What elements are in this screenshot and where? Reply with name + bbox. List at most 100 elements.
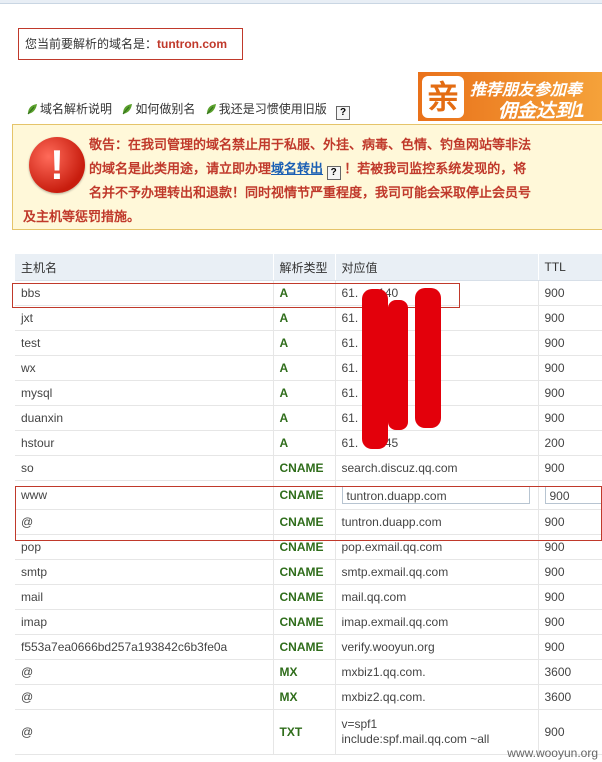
value-cell: mxbiz1.qq.com. [335, 659, 539, 685]
alias-help-link[interactable]: 如何做别名 [121, 100, 195, 117]
type-cell: CNAME [273, 509, 336, 535]
warning-line2: 的域名是此类用途，请立即办理域名转出 ? ！若被我司监控系统发现的，将 [13, 157, 602, 181]
type-cell: TXT [273, 709, 336, 755]
type-cell: A [273, 355, 336, 381]
ttl-cell-editor: 900 [538, 480, 602, 510]
ttl-cell: 900 [538, 455, 602, 481]
ttl-cell: 900 [538, 609, 602, 635]
value-cell: mail.qq.com [335, 584, 539, 610]
host-cell: wx [15, 355, 274, 381]
warning-line2a: 的域名是此类用途，请立即办理 [89, 161, 272, 176]
transfer-help-icon[interactable]: ? [326, 166, 341, 180]
ttl-cell: 900 [538, 405, 602, 431]
ttl-cell: 900 [538, 509, 602, 535]
host-cell: jxt [15, 305, 274, 331]
table-row[interactable]: @ MX mxbiz1.qq.com. 3600 [15, 659, 602, 685]
table-row[interactable]: hstour A 61. .145 200 [15, 430, 602, 456]
current-domain-name: tuntron.com [157, 37, 228, 51]
table-row[interactable]: bbs A 61. 140 900 [15, 280, 602, 306]
type-cell: CNAME [273, 634, 336, 660]
top-border [0, 0, 602, 4]
type-cell: CNAME [273, 534, 336, 560]
domain-transfer-link[interactable]: 域名转出 [271, 161, 323, 176]
table-row[interactable]: jxt A 61. .145 900 [15, 305, 602, 331]
alias-help-label: 如何做别名 [135, 102, 196, 116]
value-cell: smtp.exmail.qq.com [335, 559, 539, 585]
banner-badge: 亲 [422, 76, 464, 118]
type-cell: A [273, 405, 336, 431]
col-type: 解析类型 [273, 254, 336, 281]
table-header-row: 主机名 解析类型 对应值 TTL [15, 254, 602, 281]
host-cell: test [15, 330, 274, 356]
domain-notice-prefix: 您当前要解析的域名是： [25, 37, 158, 51]
table-row[interactable]: imap CNAME imap.exmail.qq.com 900 [15, 609, 602, 635]
ttl-cell: 3600 [538, 659, 602, 685]
watermark: www.wooyun.org [507, 746, 598, 760]
value-cell: search.discuz.qq.com [335, 455, 539, 481]
dns-records-table: 主机名 解析类型 对应值 TTL bbs A 61. 140 900 jxt A 61. … [15, 254, 602, 755]
table-row[interactable]: mail CNAME mail.qq.com 900 [15, 584, 602, 610]
value-cell: verify.wooyun.org [335, 634, 539, 660]
type-cell: MX [273, 659, 336, 685]
type-cell: CNAME [273, 584, 336, 610]
type-cell: A [273, 380, 336, 406]
help-question-icon[interactable]: ? [336, 106, 351, 120]
type-cell: CNAME [273, 609, 336, 635]
table-row[interactable]: pop CNAME pop.exmail.qq.com 900 [15, 534, 602, 560]
host-cell: pop [15, 534, 274, 560]
table-row[interactable]: @ CNAME tuntron.duapp.com 900 [15, 509, 602, 535]
host-cell: @ [15, 509, 274, 535]
col-ttl: TTL [538, 254, 602, 281]
col-host: 主机名 [15, 254, 274, 281]
value-cell: 61. .145 [335, 380, 539, 406]
dns-help-link[interactable]: 域名解析说明 [26, 100, 112, 117]
host-cell: @ [15, 684, 274, 710]
table-row[interactable]: test A 61. .145 900 [15, 330, 602, 356]
value-cell-editor: tuntron.duapp.com [335, 480, 539, 510]
table-row[interactable]: wx A 61. .145 900 [15, 355, 602, 381]
leaf-icon [122, 104, 133, 115]
value-cell: 61. .145 [335, 330, 539, 356]
banner-line2: 佣金达到1 [498, 101, 585, 121]
table-row[interactable]: f553a7ea0666bd257a193842c6b3fe0a CNAME ver… [15, 634, 602, 660]
warning-notice: 敬告：在我司管理的域名禁止用于私服、外挂、病毒、色情、钓鱼网站等非法 的域名是此… [12, 124, 602, 230]
current-domain-notice: 您当前要解析的域名是：tuntron.com [18, 28, 243, 60]
ttl-cell: 900 [538, 380, 602, 406]
value-cell: imap.exmail.qq.com [335, 609, 539, 635]
value-cell: 61. .145 [335, 405, 539, 431]
value-cell: mxbiz2.qq.com. [335, 684, 539, 710]
type-cell: A [273, 280, 336, 306]
referral-banner[interactable]: 亲 推荐朋友参加奉 佣金达到1 [418, 72, 602, 121]
type-cell: CNAME [273, 455, 336, 481]
ttl-cell: 900 [538, 355, 602, 381]
ttl-cell: 900 [538, 584, 602, 610]
old-version-link[interactable]: 我还是习惯使用旧版 [205, 100, 327, 117]
table-row[interactable]: mysql A 61. .145 900 [15, 380, 602, 406]
value-cell: pop.exmail.qq.com [335, 534, 539, 560]
ttl-cell: 200 [538, 430, 602, 456]
old-version-label: 我还是习惯使用旧版 [218, 102, 327, 116]
warning-line1: 敬告：在我司管理的域名禁止用于私服、外挂、病毒、色情、钓鱼网站等非法 [89, 137, 532, 152]
value-cell: 61. .145 [335, 430, 539, 456]
table-row[interactable]: duanxin A 61. .145 900 [15, 405, 602, 431]
col-value: 对应值 [335, 254, 539, 281]
host-cell: so [15, 455, 274, 481]
host-cell: bbs [15, 280, 274, 306]
table-row[interactable]: so CNAME search.discuz.qq.com 900 [15, 455, 602, 481]
table-row[interactable]: smtp CNAME smtp.exmail.qq.com 900 [15, 559, 602, 585]
ttl-cell: 900 [538, 559, 602, 585]
type-cell: A [273, 305, 336, 331]
value-input[interactable]: tuntron.duapp.com [341, 486, 530, 504]
ttl-cell: 900 [538, 305, 602, 331]
ttl-input[interactable]: 900 [544, 486, 602, 504]
table-row[interactable]: @ MX mxbiz2.qq.com. 3600 [15, 684, 602, 710]
type-cell: MX [273, 684, 336, 710]
host-cell: @ [15, 659, 274, 685]
warning-line2b: ！若被我司监控系统发现的，将 [344, 161, 527, 176]
ttl-cell: 900 [538, 534, 602, 560]
warning-line4: 及主机等惩罚措施。 [23, 209, 141, 224]
leaf-icon [27, 104, 37, 115]
host-cell: imap [15, 609, 274, 635]
value-cell: tuntron.duapp.com [335, 509, 539, 535]
table-row-editing[interactable]: www CNAME tuntron.duapp.com 900 [15, 480, 602, 510]
